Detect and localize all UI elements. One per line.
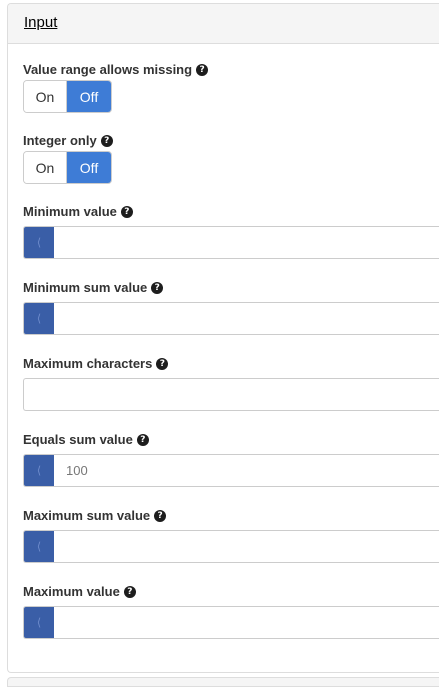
panel-heading: Input <box>8 4 439 44</box>
question-circle-icon[interactable]: ? <box>151 281 164 294</box>
integer-only-off-button[interactable]: Off <box>67 152 111 183</box>
question-circle-icon[interactable]: ? <box>154 509 167 522</box>
minimum-sum-value-label-text: Minimum sum value <box>23 280 148 295</box>
value-range-missing-label-text: Value range allows missing <box>23 62 193 77</box>
value-range-missing-on-button[interactable]: On <box>24 81 68 112</box>
minimum-sum-value-label: Minimum sum value ? <box>23 280 164 295</box>
question-circle-icon[interactable]: ? <box>120 205 133 218</box>
question-circle-icon[interactable]: ? <box>123 585 136 598</box>
minimum-value-label-text: Minimum value <box>23 204 117 219</box>
panel-title-link[interactable]: Input <box>24 14 57 31</box>
question-circle-icon[interactable]: ? <box>156 357 169 370</box>
maximum-sum-value-label-text: Maximum sum value <box>23 508 151 523</box>
value-range-missing-label: Value range allows missing ? <box>23 62 209 77</box>
maximum-characters-label: Maximum characters ? <box>23 356 169 371</box>
value-range-missing-off-button[interactable]: Off <box>67 81 111 112</box>
maximum-value-slider: ⟨ <box>23 606 439 639</box>
maximum-value-input[interactable] <box>54 607 439 638</box>
equals-sum-value-label: Equals sum value ? <box>23 432 149 447</box>
maximum-sum-value-input[interactable] <box>54 531 439 562</box>
equals-sum-value-label-text: Equals sum value <box>23 432 133 447</box>
maximum-value-label-text: Maximum value <box>23 584 120 599</box>
minimum-sum-value-input[interactable] <box>54 303 439 334</box>
minimum-value-label: Minimum value ? <box>23 204 133 219</box>
minimum-sum-value-slider: ⟨ <box>23 302 439 335</box>
equals-sum-value-input[interactable] <box>54 455 439 486</box>
equals-sum-value-slider: ⟨ <box>23 454 439 487</box>
integer-only-label-text: Integer only <box>23 133 97 148</box>
maximum-characters-label-text: Maximum characters <box>23 356 153 371</box>
question-circle-icon[interactable]: ? <box>100 134 113 147</box>
integer-only-label: Integer only ? <box>23 133 113 148</box>
minimum-value-slider: ⟨ <box>23 226 439 259</box>
maximum-characters-input[interactable] <box>23 378 439 411</box>
drag-handle-icon[interactable]: ⟨ <box>24 227 54 258</box>
drag-handle-icon[interactable]: ⟨ <box>24 455 54 486</box>
integer-only-toggle: On Off <box>23 151 112 184</box>
maximum-value-label: Maximum value ? <box>23 584 136 599</box>
drag-handle-icon[interactable]: ⟨ <box>24 303 54 334</box>
minimum-value-input[interactable] <box>54 227 439 258</box>
integer-only-on-button[interactable]: On <box>24 152 68 183</box>
value-range-missing-toggle: On Off <box>23 80 112 113</box>
drag-handle-icon[interactable]: ⟨ <box>24 531 54 562</box>
question-circle-icon[interactable]: ? <box>136 433 149 446</box>
drag-handle-icon[interactable]: ⟨ <box>24 607 54 638</box>
maximum-sum-value-slider: ⟨ <box>23 530 439 563</box>
next-panel-heading <box>7 677 439 687</box>
maximum-sum-value-label: Maximum sum value ? <box>23 508 167 523</box>
question-circle-icon[interactable]: ? <box>196 63 209 76</box>
